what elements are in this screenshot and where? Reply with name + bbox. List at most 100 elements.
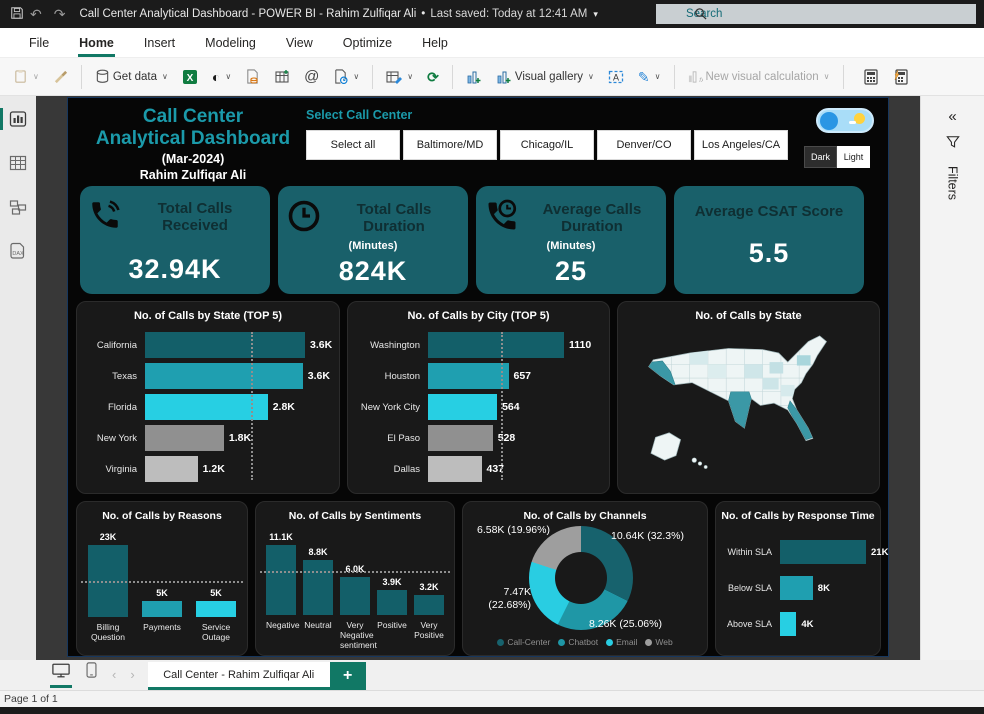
bar[interactable] (428, 363, 509, 389)
page-tab-bar: ‹ › Call Center - Rahim Zulfiqar Ali + (0, 660, 984, 690)
last-saved-text: Last saved: Today at 12:41 AM (430, 8, 587, 20)
expand-pane-icon[interactable]: « (948, 108, 956, 125)
refresh-button[interactable]: ⟳ (422, 66, 444, 88)
new-measure-button[interactable] (858, 65, 884, 89)
kpi-average-calls-duration[interactable]: Average Calls Duration (Minutes) 25 (476, 186, 666, 294)
kpi-total-calls-duration[interactable]: Total Calls Duration (Minutes) 824K (278, 186, 468, 294)
bar[interactable] (780, 540, 866, 564)
filter-funnel-icon[interactable] (946, 135, 960, 154)
slicer-denver[interactable]: Denver/CO (597, 130, 691, 160)
bar[interactable] (145, 363, 303, 389)
column[interactable]: 23K (88, 532, 128, 617)
bar[interactable] (428, 332, 564, 358)
status-bar: Page 1 of 1 (0, 690, 984, 707)
kpi-average-csat-score[interactable]: Average CSAT Score 5.5 (674, 186, 864, 294)
legend-web[interactable]: Web (645, 637, 672, 647)
dark-theme-button[interactable]: Dark (804, 146, 837, 168)
calls-by-city-panel[interactable]: No. of Calls by City (TOP 5) Washington1… (347, 301, 610, 494)
filters-pane-label[interactable]: Filters (946, 166, 960, 200)
bar-category-label: Below SLA (724, 583, 772, 593)
bar[interactable] (428, 456, 482, 482)
slicer-baltimore[interactable]: Baltimore/MD (403, 130, 497, 160)
bar[interactable] (780, 576, 813, 600)
legend-email[interactable]: Email (606, 637, 637, 647)
page-tab[interactable]: Call Center - Rahim Zulfiqar Ali (148, 662, 330, 690)
new-visual-calculation-button[interactable]: fx New visual calculation ∨ (683, 65, 835, 88)
calls-by-channels-panel[interactable]: No. of Calls by Channels 6.58K (19.96%) … (462, 501, 708, 656)
column-bar[interactable] (303, 560, 333, 616)
light-theme-button[interactable]: Light (837, 146, 870, 168)
visual-gallery-button[interactable]: Visual gallery ∨ (491, 65, 599, 89)
report-view-icon[interactable] (0, 110, 36, 128)
column-bar[interactable] (377, 590, 407, 615)
recent-sources-button[interactable]: ∨ (328, 65, 364, 88)
column-bar[interactable] (414, 595, 444, 615)
format-painter-button[interactable] (48, 65, 73, 88)
bar[interactable] (145, 425, 224, 451)
us-choropleth-map[interactable] (618, 326, 879, 478)
prev-page-icon[interactable]: ‹ (105, 663, 123, 690)
day-night-toggle[interactable] (816, 108, 874, 133)
transform-data-button[interactable]: ∨ (381, 65, 418, 89)
menu-home[interactable]: Home (64, 29, 129, 57)
menu-view[interactable]: View (271, 29, 328, 57)
get-data-button[interactable]: Get data ∨ (90, 65, 173, 88)
bar[interactable] (145, 332, 305, 358)
save-icon[interactable] (10, 6, 24, 23)
column-category-label: Negative (266, 620, 296, 651)
menu-help[interactable]: Help (407, 29, 463, 57)
title-caret-icon[interactable]: ▾ (593, 9, 598, 20)
column[interactable]: 3.2K (414, 582, 444, 615)
column-bar[interactable] (196, 601, 236, 617)
column[interactable]: 5K (196, 588, 236, 617)
legend-call-center[interactable]: Call-Center (497, 637, 550, 647)
calls-by-state-map-panel[interactable]: No. of Calls by State (617, 301, 880, 494)
legend-chatbot[interactable]: Chatbot (558, 637, 598, 647)
column-bar[interactable] (142, 601, 182, 617)
search-input[interactable]: Search (656, 4, 976, 24)
bar[interactable] (145, 394, 268, 420)
menu-optimize[interactable]: Optimize (328, 29, 407, 57)
bar[interactable] (428, 425, 493, 451)
onelake-hub-button[interactable]: ◐ ∨ (207, 66, 236, 88)
calls-by-sentiments-panel[interactable]: No. of Calls by Sentiments 11.1K8.8K6.0K… (255, 501, 455, 656)
quick-measure-button[interactable] (888, 65, 914, 89)
slicer-select-all[interactable]: Select all (306, 130, 400, 160)
slicer-los-angeles[interactable]: Los Angeles/CA (694, 130, 788, 160)
bar[interactable] (780, 612, 796, 636)
bar[interactable] (428, 394, 497, 420)
bar[interactable] (145, 456, 198, 482)
desktop-layout-icon[interactable] (44, 658, 78, 690)
column[interactable]: 3.9K (377, 577, 407, 615)
slicer-chicago[interactable]: Chicago/IL (500, 130, 594, 160)
menu-insert[interactable]: Insert (129, 29, 190, 57)
new-visual-button[interactable] (461, 65, 487, 89)
column-bar[interactable] (266, 545, 296, 615)
sql-server-button[interactable] (240, 65, 265, 88)
table-view-icon[interactable] (0, 154, 36, 172)
dataverse-button[interactable]: @ (299, 66, 324, 88)
menu-file[interactable]: File (14, 29, 64, 57)
redo-icon[interactable]: ↷ (54, 6, 66, 23)
text-box-button[interactable]: A (603, 65, 629, 89)
column[interactable]: 11.1K (266, 532, 296, 615)
enter-data-button[interactable] (269, 65, 295, 89)
column-bar[interactable] (340, 577, 370, 615)
paste-button[interactable]: ∨ (8, 65, 44, 88)
add-page-button[interactable]: + (330, 662, 366, 690)
column[interactable]: 8.8K (303, 547, 333, 616)
more-visuals-button[interactable]: ✎ ∨ (633, 66, 666, 88)
average-line (501, 332, 503, 480)
dax-query-view-icon[interactable]: DAX (0, 242, 36, 260)
mobile-layout-icon[interactable] (78, 657, 105, 690)
next-page-icon[interactable]: › (123, 663, 141, 690)
calls-by-reasons-panel[interactable]: No. of Calls by Reasons 23K5K5KBilling Q… (76, 501, 248, 656)
calls-by-response-time-panel[interactable]: No. of Calls by Response Time Within SLA… (715, 501, 881, 656)
model-view-icon[interactable] (0, 198, 36, 216)
menu-modeling[interactable]: Modeling (190, 29, 271, 57)
kpi-total-calls-received[interactable]: Total Calls Received 32.94K (80, 186, 270, 294)
excel-workbook-button[interactable]: X (177, 65, 203, 89)
calls-by-state-panel[interactable]: No. of Calls by State (TOP 5) California… (76, 301, 340, 494)
undo-icon[interactable]: ↶ (30, 6, 42, 23)
column[interactable]: 5K (142, 588, 182, 617)
